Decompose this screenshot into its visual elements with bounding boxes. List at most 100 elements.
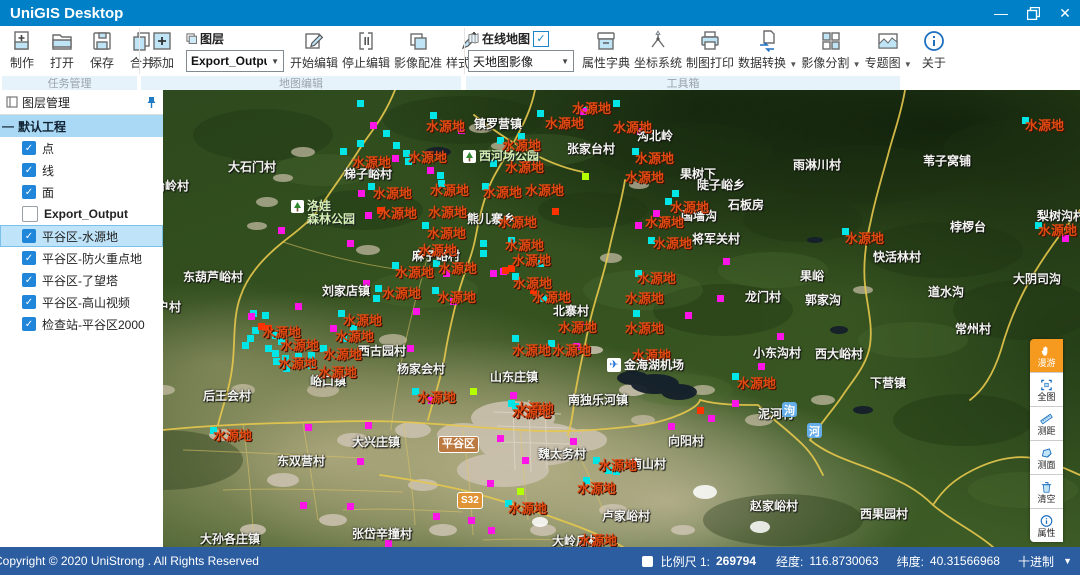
poi-marker[interactable] [357,100,364,107]
poi-marker[interactable] [487,480,494,487]
layer-item-Export_Output[interactable]: Export_Output [0,203,163,225]
poi-marker[interactable] [488,527,495,534]
map-print-button[interactable]: 制图打印 [684,28,736,71]
poi-marker[interactable] [717,295,724,302]
attributes-tool[interactable]: 属性 [1030,509,1063,542]
clear-tool[interactable]: 清空 [1030,475,1063,509]
layer-item-面[interactable]: ✓ 面 [0,181,163,203]
data-convert-button[interactable]: 数据转换 ▼ [736,28,799,71]
poi-marker[interactable] [242,342,249,349]
create-button[interactable]: 制作 [2,28,42,71]
poi-marker[interactable] [470,388,477,395]
poi-marker[interactable] [522,457,529,464]
full-extent-tool[interactable]: 全图 [1030,373,1063,407]
poi-marker[interactable] [370,122,377,129]
poi-marker[interactable] [777,333,784,340]
measure-area-tool[interactable]: 测面 [1030,441,1063,475]
poi-marker[interactable] [685,312,692,319]
restore-icon[interactable] [1024,7,1042,20]
poi-marker[interactable] [537,110,544,117]
layer-checkbox[interactable]: ✓ [22,273,36,287]
layer-select[interactable]: Export_Output▼ [186,50,284,72]
layer-checkbox[interactable]: ✓ [22,295,36,309]
poi-marker[interactable] [668,423,675,430]
poi-marker[interactable] [582,173,589,180]
poi-marker[interactable] [480,250,487,257]
layer-item-点[interactable]: ✓ 点 [0,137,163,159]
layer-checkbox[interactable]: ✓ [22,163,36,177]
image-register-button[interactable]: 影像配准 [392,28,444,71]
project-root-node[interactable]: — 默认工程 [0,115,163,137]
open-button[interactable]: 打开 [42,28,82,71]
poi-marker[interactable] [295,303,302,310]
layer-checkbox[interactable]: ✓ [22,251,36,265]
attribute-dict-button[interactable]: 属性字典 [580,28,632,71]
map-viewport[interactable]: 大石门村梯子峪村镇罗营镇张家台村沟北岭果树下陡子峪乡石板房国墙沟将军关村雨淋川村… [163,90,1080,547]
coordinate-system-button[interactable]: 坐标系统 [632,28,684,71]
poi-marker[interactable] [375,285,382,292]
layer-checkbox[interactable] [22,206,38,222]
start-edit-button[interactable]: 开始编辑 [288,28,340,71]
poi-marker[interactable] [392,155,399,162]
poi-marker[interactable] [635,222,642,229]
poi-marker[interactable] [552,208,559,215]
poi-marker[interactable] [697,407,704,414]
poi-marker[interactable] [347,503,354,510]
about-button[interactable]: 关于 [914,28,954,71]
poi-marker[interactable] [758,363,765,370]
poi-marker[interactable] [340,148,347,155]
format-dropdown-caret[interactable]: ▼ [1063,547,1072,575]
layer-item-平谷区-水源地[interactable]: ✓ 平谷区-水源地 [0,225,163,247]
layer-item-平谷区-高山视频[interactable]: ✓ 平谷区-高山视频 [0,291,163,313]
online-map-checkbox[interactable]: ✓ [533,31,549,47]
poi-marker[interactable] [427,167,434,174]
poi-marker[interactable] [347,240,354,247]
poi-marker[interactable] [613,100,620,107]
poi-marker[interactable] [278,227,285,234]
poi-marker[interactable] [723,258,730,265]
layer-item-平谷区-了望塔[interactable]: ✓ 平谷区-了望塔 [0,269,163,291]
poi-marker[interactable] [373,295,380,302]
minimize-button[interactable]: — [992,0,1010,26]
poi-marker[interactable] [433,513,440,520]
layer-checkbox[interactable]: ✓ [22,229,36,243]
poi-marker[interactable] [247,335,254,342]
save-button[interactable]: 保存 [82,28,122,71]
poi-marker[interactable] [300,502,307,509]
poi-marker[interactable] [365,212,372,219]
layer-item-平谷区-防火重点地[interactable]: ✓ 平谷区-防火重点地 [0,247,163,269]
poi-marker[interactable] [357,140,364,147]
layer-item-线[interactable]: ✓ 线 [0,159,163,181]
layer-item-检查站-平谷区2000[interactable]: ✓ 检查站-平谷区2000 [0,313,163,335]
poi-marker[interactable] [497,435,504,442]
poi-marker[interactable] [262,312,269,319]
pan-tool[interactable]: 漫游 [1030,339,1063,373]
basemap-select[interactable]: 天地图影像▼ [468,50,574,72]
poi-marker[interactable] [490,270,497,277]
layer-checkbox[interactable]: ✓ [22,141,36,155]
poi-marker[interactable] [383,130,390,137]
poi-marker[interactable] [357,458,364,465]
pin-icon[interactable] [146,96,157,109]
poi-marker[interactable] [468,517,475,524]
poi-marker[interactable] [407,345,414,352]
collapse-icon[interactable]: — [2,119,14,133]
poi-marker[interactable] [480,240,487,247]
image-split-button[interactable]: 影像分割 ▼ [799,28,862,71]
poi-marker[interactable] [708,415,715,422]
layer-checkbox[interactable]: ✓ [22,185,36,199]
stop-edit-button[interactable]: 停止编辑 [340,28,392,71]
measure-distance-tool[interactable]: 测距 [1030,407,1063,441]
poi-marker[interactable] [305,424,312,431]
poi-marker[interactable] [413,308,420,315]
poi-marker[interactable] [393,142,400,149]
coordinate-format[interactable]: 十进制 [1018,553,1054,570]
poi-marker[interactable] [365,422,372,429]
poi-marker[interactable] [265,345,272,352]
poi-marker[interactable] [437,172,444,179]
poi-marker[interactable] [517,488,524,495]
layer-checkbox[interactable]: ✓ [22,317,36,331]
poi-marker[interactable] [633,310,640,317]
poi-marker[interactable] [248,313,255,320]
poi-marker[interactable] [732,400,739,407]
